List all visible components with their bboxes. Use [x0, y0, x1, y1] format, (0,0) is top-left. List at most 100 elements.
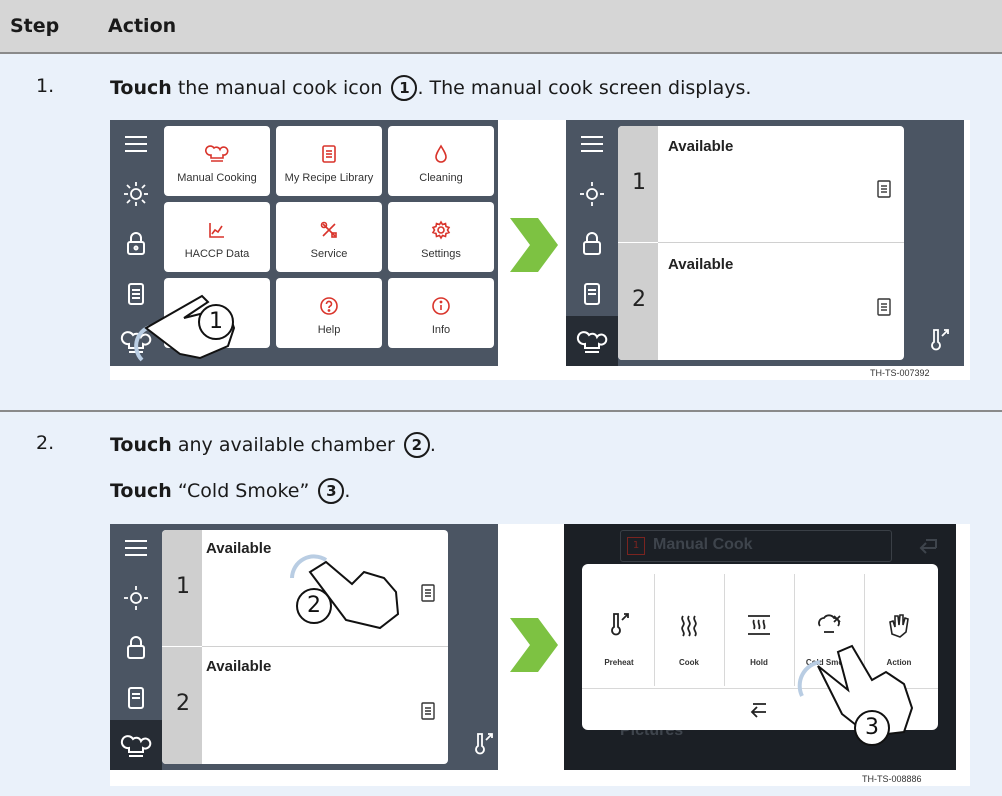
instruction-text: “Cold Smoke” [171, 480, 316, 502]
menu-icon[interactable] [120, 532, 152, 564]
tile-cleaning[interactable]: Cleaning [388, 126, 494, 196]
menu-icon[interactable] [576, 128, 608, 160]
figure-id: TH-TS-007392 [870, 368, 930, 378]
title-bar: 1 Manual Cook [620, 530, 892, 562]
pointing-hand-icon [134, 294, 236, 362]
instruction-verb: Touch [110, 77, 172, 99]
chamber-number: 2 [618, 243, 658, 360]
figure-manual-cook: Manual Cooking My Recipe Library Cleanin… [110, 120, 970, 380]
info-icon [388, 294, 494, 318]
chamber-badge: 1 [627, 537, 645, 555]
lock-icon[interactable] [120, 228, 152, 260]
heat-waves-icon [681, 615, 697, 637]
chamber-screen: 1 Available 2 Available 2 [110, 524, 498, 770]
tile-settings[interactable]: Settings [388, 202, 494, 272]
chamber-status: Available [668, 256, 734, 273]
chamber-number: 1 [162, 530, 202, 646]
figure-cold-smoke: 1 Available 2 Available 2 1 Manual Cook … [110, 524, 970, 786]
instruction-line: Touch “Cold Smoke” 3. [110, 478, 350, 504]
instruction-tail: . [344, 480, 351, 502]
callout-marker: 3 [318, 478, 345, 504]
manual-cook-screen: 1 Manual Cook Pictures Preheat Cook Hold [564, 524, 956, 770]
tile-haccp-data[interactable]: HACCP Data [164, 202, 270, 272]
chamber-status: Available [206, 658, 272, 675]
screen-title: Manual Cook [653, 536, 753, 553]
back-icon[interactable] [916, 534, 940, 556]
home-screen: Manual Cooking My Recipe Library Cleanin… [110, 120, 498, 366]
droplet-icon [388, 142, 494, 166]
step-column-header: Step [10, 15, 60, 37]
callout-marker: 3 [854, 710, 890, 746]
step-number: 1. [36, 75, 55, 97]
tile-info[interactable]: Info [388, 278, 494, 348]
recipe-icon[interactable] [420, 702, 436, 720]
recipe-icon[interactable] [876, 180, 892, 198]
callout-marker: 2 [403, 432, 430, 458]
chamber-status: Available [206, 540, 272, 557]
chevron-right-icon [510, 218, 558, 272]
preheat-icon[interactable] [468, 730, 496, 758]
chef-hat-icon[interactable] [576, 326, 608, 358]
hold-button[interactable]: Hold [724, 574, 795, 686]
table-header: Step Action [0, 0, 1002, 54]
instruction-tail: . [429, 434, 436, 456]
step-row-2: 2. Touch any available chamber 2. Touch … [0, 412, 1002, 796]
tile-label: Manual Cooking [177, 172, 257, 184]
brightness-icon[interactable] [120, 582, 152, 614]
chamber-number: 2 [162, 647, 202, 764]
recipe-icon[interactable] [420, 584, 436, 602]
tile-label: Cleaning [419, 172, 463, 184]
recipe-icon[interactable] [576, 278, 608, 310]
brightness-icon[interactable] [120, 178, 152, 210]
return-icon[interactable] [748, 696, 772, 720]
tools-icon [276, 218, 382, 242]
preheat-button[interactable]: Preheat [584, 574, 655, 686]
tile-label: Help [317, 324, 341, 336]
chart-icon [164, 218, 270, 242]
lock-icon[interactable] [576, 228, 608, 260]
instruction-text: any available chamber [171, 434, 401, 456]
cook-button[interactable]: Cook [654, 574, 725, 686]
recipe-icon[interactable] [120, 682, 152, 714]
tile-help[interactable]: Help [276, 278, 382, 348]
instruction-tail: . The manual cook screen displays. [417, 77, 752, 99]
preheat-icon[interactable] [924, 326, 952, 354]
chamber-screen: 1 Available 2 Available [566, 120, 964, 366]
callout-marker: 1 [198, 304, 234, 340]
figure-id: TH-TS-008886 [862, 774, 922, 784]
instruction-verb: Touch [110, 434, 172, 456]
instruction-line: Touch any available chamber 2. [110, 432, 436, 458]
step-row-1: 1. Touch the manual cook icon 1. The man… [0, 54, 1002, 412]
help-icon [276, 294, 382, 318]
hold-icon [748, 615, 770, 635]
tile-label: Settings [421, 248, 461, 260]
side-rail [110, 524, 162, 770]
preheat-icon [611, 613, 629, 636]
gear-icon [388, 218, 494, 242]
tile-label: HACCP Data [184, 248, 250, 260]
menu-icon[interactable] [120, 128, 152, 160]
step-number: 2. [36, 432, 55, 454]
chevron-right-icon [510, 618, 558, 672]
chamber-status: Available [668, 138, 734, 155]
lock-icon[interactable] [120, 632, 152, 664]
callout-marker: 1 [391, 75, 418, 101]
callout-marker: 2 [296, 588, 332, 624]
chamber-number: 1 [618, 126, 658, 242]
tile-label: My Recipe Library [284, 172, 374, 184]
action-column-header: Action [108, 15, 177, 37]
tile-label: Service [310, 248, 348, 260]
tile-my-recipe-library[interactable]: My Recipe Library [276, 126, 382, 196]
tile-service[interactable]: Service [276, 202, 382, 272]
chef-hat-icon [164, 142, 270, 166]
tile-label: Info [431, 324, 451, 336]
instruction-line: Touch the manual cook icon 1. The manual… [110, 75, 751, 101]
brightness-icon[interactable] [576, 178, 608, 210]
instruction-verb: Touch [110, 480, 172, 502]
recipe-icon[interactable] [876, 298, 892, 316]
side-rail [566, 120, 618, 366]
tile-manual-cooking[interactable]: Manual Cooking [164, 126, 270, 196]
chamber-list: 1 Available 2 Available [618, 126, 904, 360]
instruction-text: the manual cook icon [171, 77, 389, 99]
chef-hat-icon[interactable] [120, 730, 152, 762]
